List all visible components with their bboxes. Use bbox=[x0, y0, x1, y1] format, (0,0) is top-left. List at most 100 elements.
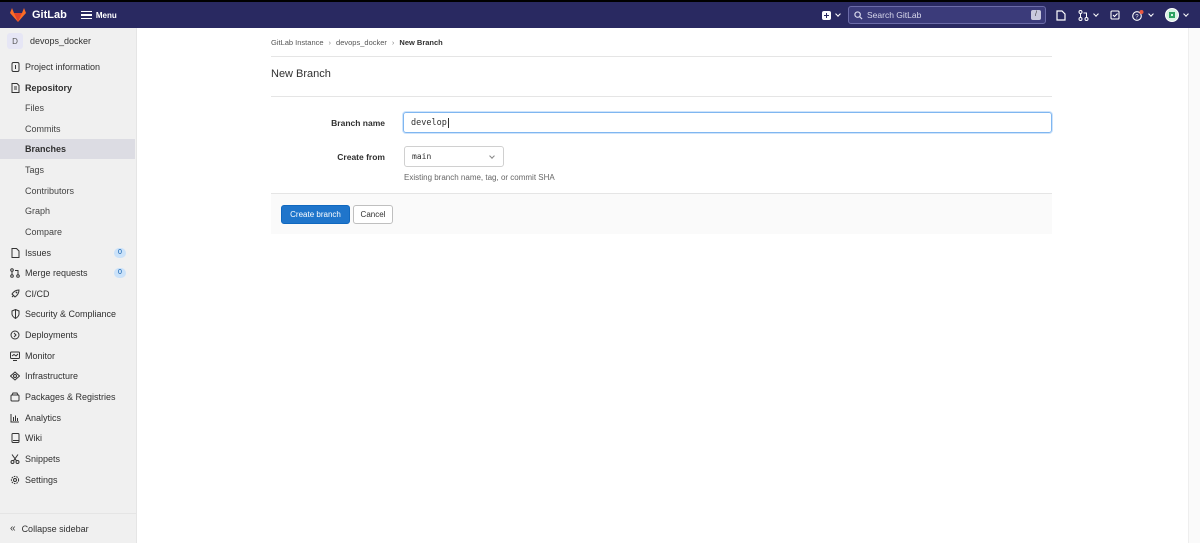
sidebar-item-label: Issues bbox=[25, 248, 52, 258]
user-menu-button[interactable] bbox=[1165, 8, 1189, 22]
form-actions: Create branch Cancel bbox=[271, 193, 1052, 234]
sidebar-subitem-files[interactable]: Files bbox=[0, 98, 136, 118]
gitlab-logo[interactable]: GitLab bbox=[10, 8, 67, 22]
sidebar-item-label: Security & Compliance bbox=[25, 309, 117, 319]
repository-icon bbox=[10, 83, 20, 93]
sidebar-item-label: Packages & Registries bbox=[25, 392, 116, 402]
breadcrumb-item-project[interactable]: devops_docker bbox=[336, 38, 387, 47]
collapse-sidebar-button[interactable]: « Collapse sidebar bbox=[0, 513, 136, 543]
sidebar-item-label: Monitor bbox=[25, 351, 56, 361]
page-scrollbar[interactable] bbox=[1188, 28, 1200, 543]
issues-icon bbox=[1056, 9, 1066, 21]
project-header[interactable]: D devops_docker bbox=[0, 28, 136, 54]
issues-icon bbox=[10, 248, 20, 258]
deployments-icon bbox=[10, 330, 20, 340]
page-title: New Branch bbox=[271, 68, 331, 80]
chevron-down-icon bbox=[489, 153, 495, 159]
issues-count-badge: 0 bbox=[114, 248, 126, 258]
book-icon bbox=[10, 433, 20, 443]
merge-requests-nav-button[interactable] bbox=[1078, 9, 1099, 21]
sidebar-item-infrastructure[interactable]: Infrastructure bbox=[0, 366, 136, 386]
help-nav-button[interactable]: ? bbox=[1132, 9, 1154, 21]
create-branch-button[interactable]: Create branch bbox=[281, 205, 350, 224]
double-chevron-left-icon: « bbox=[10, 523, 16, 534]
branch-name-value: develop bbox=[411, 117, 447, 128]
issues-nav-button[interactable] bbox=[1056, 9, 1066, 21]
breadcrumb-separator-icon: › bbox=[391, 38, 395, 47]
sidebar-item-issues[interactable]: Issues 0 bbox=[0, 243, 136, 263]
search-placeholder: Search GitLab bbox=[867, 10, 922, 20]
merge-request-icon bbox=[10, 268, 20, 278]
chevron-down-icon bbox=[1093, 10, 1099, 17]
sidebar-item-label: Wiki bbox=[25, 433, 42, 443]
sidebar-subitem-graph[interactable]: Graph bbox=[0, 201, 136, 221]
top-navbar: GitLab Menu Search GitLab / ? bbox=[0, 0, 1200, 28]
package-icon bbox=[10, 392, 20, 402]
sidebar-item-deployments[interactable]: Deployments bbox=[0, 325, 136, 345]
help-icon: ? bbox=[1132, 9, 1144, 21]
sidebar-item-label: Infrastructure bbox=[25, 371, 79, 381]
menu-button[interactable]: Menu bbox=[80, 9, 117, 22]
search-shortcut-hint: / bbox=[1031, 10, 1041, 20]
hamburger-icon bbox=[80, 9, 92, 22]
scissors-icon bbox=[10, 454, 20, 464]
chevron-down-icon bbox=[1148, 10, 1154, 17]
sidebar-item-monitor[interactable]: Monitor bbox=[0, 346, 136, 366]
sidebar-item-snippets[interactable]: Snippets bbox=[0, 449, 136, 469]
sidebar-item-settings[interactable]: Settings bbox=[0, 470, 136, 490]
chevron-down-icon bbox=[1183, 10, 1189, 17]
rocket-icon bbox=[10, 289, 20, 299]
branch-name-input[interactable]: develop bbox=[403, 112, 1052, 133]
cloud-icon bbox=[10, 371, 20, 381]
create-from-value: main bbox=[412, 152, 432, 161]
chart-icon bbox=[10, 413, 20, 423]
project-name: devops_docker bbox=[30, 36, 92, 46]
chevron-down-icon bbox=[835, 10, 841, 17]
sidebar-item-label: Snippets bbox=[25, 454, 61, 464]
breadcrumb-item-instance[interactable]: GitLab Instance bbox=[271, 38, 324, 47]
divider bbox=[271, 96, 1052, 97]
merge-request-icon bbox=[1078, 9, 1089, 21]
sidebar-item-label: Settings bbox=[25, 475, 58, 485]
branch-name-label: Branch name bbox=[331, 118, 385, 128]
search-input[interactable]: Search GitLab / bbox=[848, 6, 1046, 24]
breadcrumb-separator-icon: › bbox=[328, 38, 332, 47]
sidebar-item-merge-requests[interactable]: Merge requests 0 bbox=[0, 263, 136, 283]
sidebar-item-label: Analytics bbox=[25, 413, 62, 423]
cancel-button[interactable]: Cancel bbox=[353, 205, 393, 224]
sidebar-subitem-contributors[interactable]: Contributors bbox=[0, 181, 136, 201]
text-cursor bbox=[447, 117, 449, 128]
todo-icon bbox=[1110, 10, 1120, 20]
info-icon bbox=[10, 62, 20, 72]
sidebar-subitem-commits[interactable]: Commits bbox=[0, 119, 136, 139]
sidebar-item-analytics[interactable]: Analytics bbox=[0, 408, 136, 428]
shield-icon bbox=[10, 309, 20, 319]
sidebar-subitem-compare[interactable]: Compare bbox=[0, 222, 136, 242]
sidebar-item-label: Project information bbox=[25, 62, 101, 72]
sidebar-item-security-compliance[interactable]: Security & Compliance bbox=[0, 304, 136, 324]
divider bbox=[271, 56, 1052, 57]
search-icon bbox=[854, 10, 863, 20]
sidebar-item-cicd[interactable]: CI/CD bbox=[0, 284, 136, 304]
project-avatar: D bbox=[7, 33, 23, 49]
create-from-label: Create from bbox=[337, 152, 385, 162]
breadcrumb-item-current[interactable]: New Branch bbox=[399, 38, 442, 47]
sidebar-subitem-tags[interactable]: Tags bbox=[0, 160, 136, 180]
app-name: GitLab bbox=[32, 9, 67, 21]
sidebar-item-label: Repository bbox=[25, 83, 73, 93]
create-from-help-text: Existing branch name, tag, or commit SHA bbox=[404, 173, 555, 182]
sidebar-item-wiki[interactable]: Wiki bbox=[0, 428, 136, 448]
sidebar-subitem-branches[interactable]: Branches bbox=[0, 139, 135, 159]
plus-square-icon bbox=[822, 10, 831, 20]
sidebar-item-label: CI/CD bbox=[25, 289, 50, 299]
sidebar-item-label: Deployments bbox=[25, 330, 78, 340]
sidebar-item-project-information[interactable]: Project information bbox=[0, 57, 136, 77]
sidebar: D devops_docker Project information Repo… bbox=[0, 28, 137, 543]
sidebar-item-repository[interactable]: Repository bbox=[0, 78, 136, 98]
sidebar-item-label: Merge requests bbox=[25, 268, 88, 278]
create-from-dropdown[interactable]: main bbox=[404, 146, 504, 167]
user-avatar-icon bbox=[1165, 8, 1179, 22]
todos-nav-button[interactable] bbox=[1110, 10, 1120, 20]
new-dropdown-button[interactable] bbox=[822, 10, 841, 20]
sidebar-item-packages-registries[interactable]: Packages & Registries bbox=[0, 387, 136, 407]
